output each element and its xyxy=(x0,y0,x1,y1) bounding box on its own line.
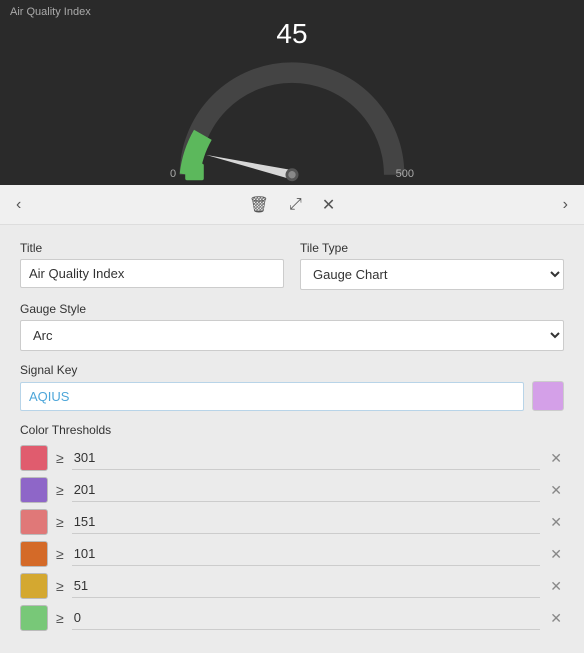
gauge-value: 45 xyxy=(276,18,307,50)
gauge-style-row: Gauge Style Arc Angular xyxy=(20,302,564,351)
threshold-remove-button[interactable]: ✕ xyxy=(548,608,564,629)
threshold-row: ≥ ✕ xyxy=(20,445,564,471)
threshold-remove-button[interactable]: ✕ xyxy=(548,576,564,597)
threshold-color-swatch[interactable] xyxy=(20,445,48,471)
tile-type-label: Tile Type xyxy=(300,241,564,255)
close-button[interactable]: ✕ xyxy=(318,193,339,217)
title-input[interactable] xyxy=(20,259,284,288)
gauge-panel-title: Air Quality Index xyxy=(10,6,91,18)
gauge-style-group: Gauge Style Arc Angular xyxy=(20,302,564,351)
signal-key-color-swatch[interactable] xyxy=(532,381,564,411)
threshold-row: ≥ ✕ xyxy=(20,573,564,599)
threshold-value-input[interactable] xyxy=(72,606,541,630)
threshold-remove-button[interactable]: ✕ xyxy=(548,544,564,565)
signal-key-input[interactable] xyxy=(20,382,524,411)
color-thresholds-label: Color Thresholds xyxy=(20,423,564,437)
title-label: Title xyxy=(20,241,284,255)
signal-key-section: Signal Key xyxy=(20,363,564,411)
threshold-value-input[interactable] xyxy=(72,542,541,566)
back-button[interactable]: ‹ xyxy=(12,194,25,216)
threshold-gte-symbol: ≥ xyxy=(56,482,64,498)
threshold-gte-symbol: ≥ xyxy=(56,610,64,626)
gauge-max-label: 500 xyxy=(396,168,414,180)
threshold-color-swatch[interactable] xyxy=(20,477,48,503)
threshold-remove-button[interactable]: ✕ xyxy=(548,448,564,469)
gauge-panel: Air Quality Index 45 0 500 xyxy=(0,0,584,185)
toolbar-center: 🗑 ⤢ ✕ xyxy=(245,193,340,217)
toolbar: ‹ 🗑 ⤢ ✕ › xyxy=(0,185,584,225)
delete-button[interactable]: 🗑 xyxy=(245,193,273,217)
forward-button[interactable]: › xyxy=(559,194,572,216)
gauge-svg xyxy=(162,54,422,184)
expand-button[interactable]: ⤢ xyxy=(285,194,306,216)
settings-panel: Title Tile Type Gauge Chart Line Chart B… xyxy=(0,225,584,653)
tile-type-select[interactable]: Gauge Chart Line Chart Bar Chart xyxy=(300,259,564,290)
toolbar-left: ‹ xyxy=(12,194,25,216)
threshold-value-input[interactable] xyxy=(72,478,541,502)
threshold-row: ≥ ✕ xyxy=(20,541,564,567)
threshold-color-swatch[interactable] xyxy=(20,541,48,567)
toolbar-right: › xyxy=(559,194,572,216)
threshold-value-input[interactable] xyxy=(72,446,541,470)
threshold-value-input[interactable] xyxy=(72,510,541,534)
threshold-remove-button[interactable]: ✕ xyxy=(548,512,564,533)
threshold-gte-symbol: ≥ xyxy=(56,450,64,466)
threshold-color-swatch[interactable] xyxy=(20,605,48,631)
thresholds-container: ≥ ✕ ≥ ✕ ≥ ✕ ≥ ✕ ≥ ✕ ≥ ✕ xyxy=(20,445,564,631)
threshold-gte-symbol: ≥ xyxy=(56,546,64,562)
gauge-min-label: 0 xyxy=(170,168,176,180)
gauge-container: 0 500 xyxy=(162,54,422,184)
gauge-style-select[interactable]: Arc Angular xyxy=(20,320,564,351)
threshold-gte-symbol: ≥ xyxy=(56,578,64,594)
threshold-row: ≥ ✕ xyxy=(20,605,564,631)
gauge-style-label: Gauge Style xyxy=(20,302,564,316)
gauge-labels: 0 500 xyxy=(162,168,422,180)
signal-key-label: Signal Key xyxy=(20,363,564,377)
threshold-row: ≥ ✕ xyxy=(20,477,564,503)
title-group: Title xyxy=(20,241,284,290)
threshold-value-input[interactable] xyxy=(72,574,541,598)
tile-type-group: Tile Type Gauge Chart Line Chart Bar Cha… xyxy=(300,241,564,290)
title-tiletype-row: Title Tile Type Gauge Chart Line Chart B… xyxy=(20,241,564,290)
threshold-row: ≥ ✕ xyxy=(20,509,564,535)
threshold-color-swatch[interactable] xyxy=(20,509,48,535)
threshold-gte-symbol: ≥ xyxy=(56,514,64,530)
threshold-color-swatch[interactable] xyxy=(20,573,48,599)
signal-key-row xyxy=(20,381,564,411)
threshold-remove-button[interactable]: ✕ xyxy=(548,480,564,501)
